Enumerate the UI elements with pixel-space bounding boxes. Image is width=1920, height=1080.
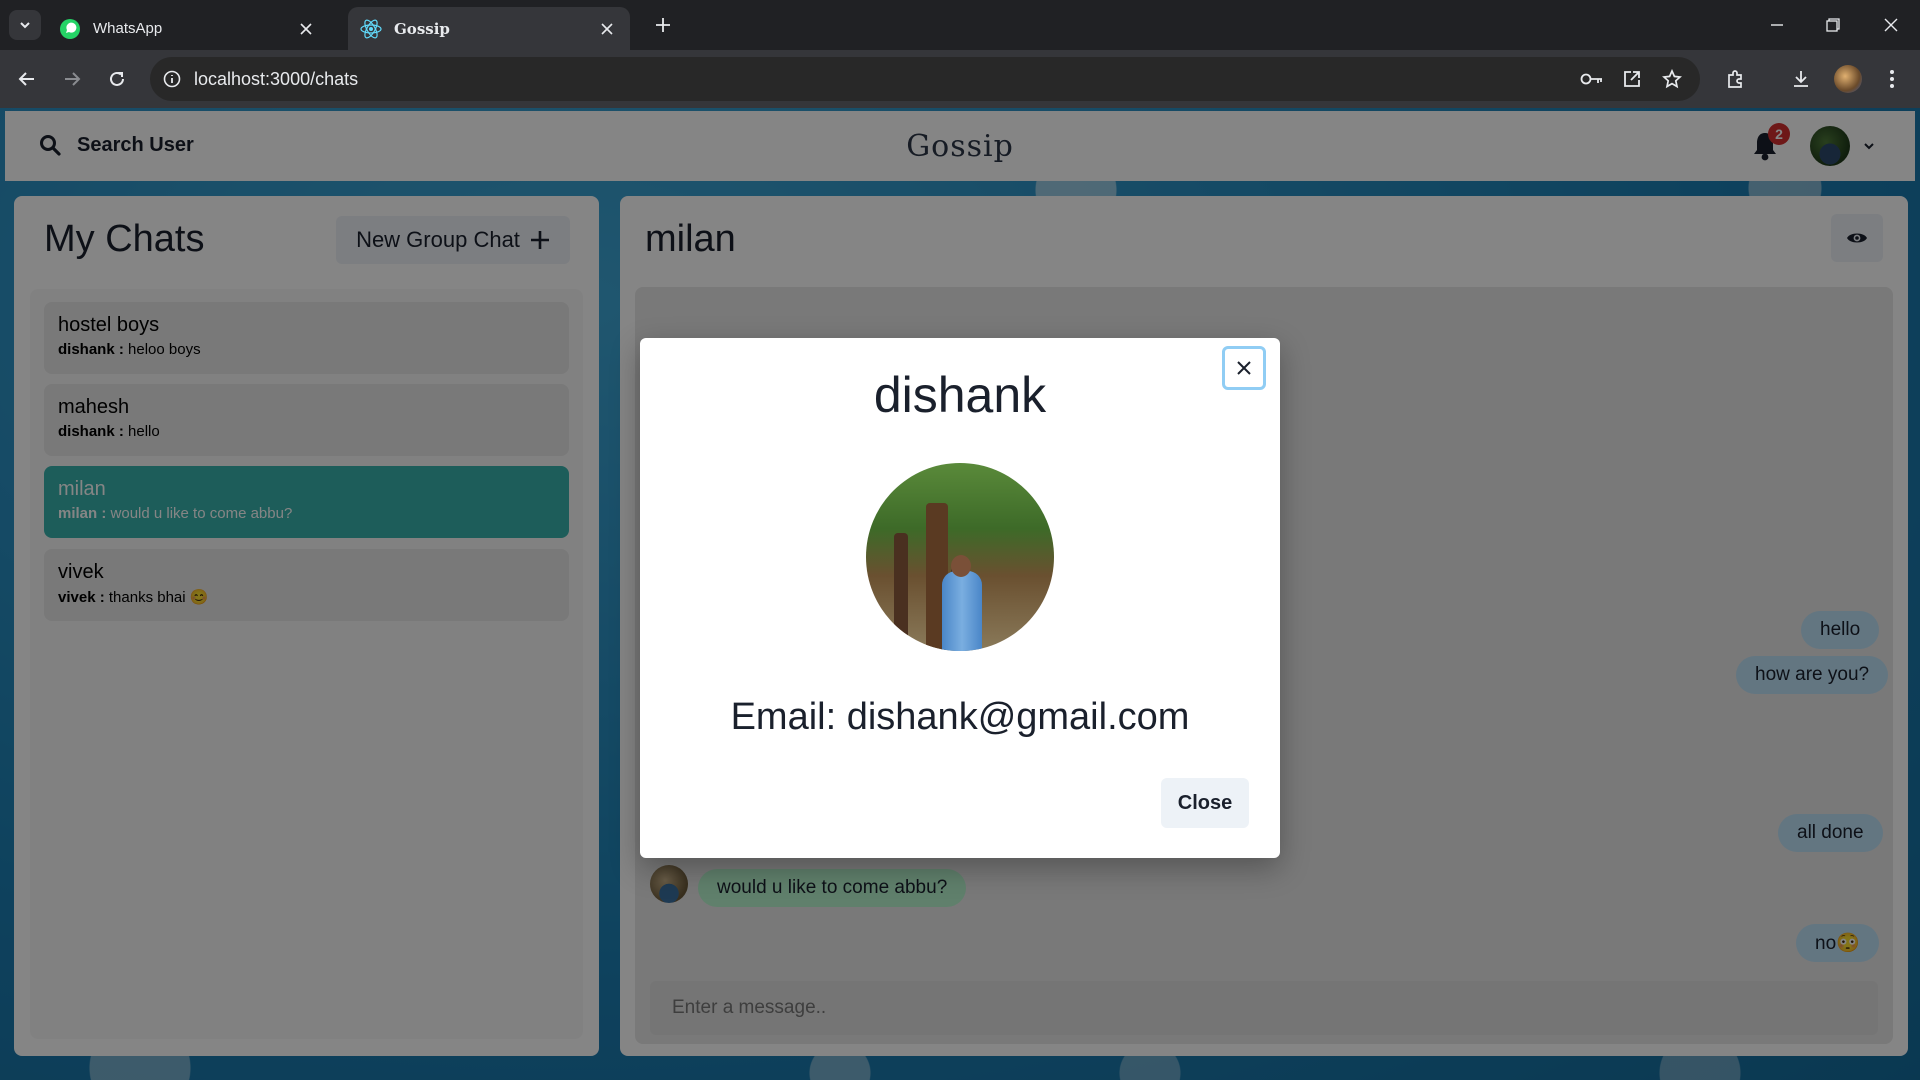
minimize-icon [1771,24,1783,26]
profile-email: Email: dishank@gmail.com [730,696,1190,738]
url-text[interactable]: localhost:3000/chats [194,69,358,90]
plus-icon [656,18,670,32]
close-icon [1884,18,1898,32]
address-bar[interactable]: localhost:3000/chats [150,57,1700,101]
restore-button[interactable] [1818,10,1848,40]
more-menu-icon[interactable] [1877,64,1907,94]
profile-picture [866,463,1054,651]
restore-icon [1826,18,1840,32]
tab-title: Gossip [394,19,450,38]
whatsapp-icon [59,18,81,40]
close-icon[interactable] [596,18,618,40]
new-tab-button[interactable] [650,12,676,38]
password-key-icon[interactable] [1578,65,1606,93]
browser-toolbar: localhost:3000/chats [0,50,1920,108]
bookmark-star-icon[interactable] [1658,65,1686,93]
site-info-icon[interactable] [150,70,194,88]
modal-close-x-button[interactable] [1222,346,1266,390]
modal-close-button[interactable]: Close [1161,778,1249,828]
forward-button[interactable] [57,64,87,94]
modal-overlay[interactable]: dishank Email: dishank@gmail.com Close [0,108,1920,1080]
chevron-down-icon [20,22,30,29]
close-icon [1237,361,1251,375]
reload-button[interactable] [102,64,132,94]
arrow-left-icon [18,72,34,86]
download-icon[interactable] [1786,64,1816,94]
browser-tab-whatsapp[interactable]: WhatsApp [47,7,329,50]
profile-modal: dishank Email: dishank@gmail.com Close [640,338,1280,858]
reload-icon [110,71,124,86]
react-icon [360,18,382,40]
extensions-icon[interactable] [1720,64,1750,94]
window-close-button[interactable] [1876,10,1906,40]
browser-tab-gossip[interactable]: Gossip [348,7,630,50]
tab-title: WhatsApp [93,20,163,37]
minimize-button[interactable] [1762,10,1792,40]
browser-tab-strip: WhatsApp Gossip [0,0,1920,50]
arrow-right-icon [65,72,81,86]
close-icon[interactable] [295,18,317,40]
modal-title: dishank [873,367,1047,423]
page-viewport: Gossip Search User 2 My Chats New Group … [0,108,1920,1080]
back-button[interactable] [12,64,42,94]
browser-profile-avatar[interactable] [1834,65,1862,93]
open-in-app-icon[interactable] [1618,65,1646,93]
tab-search-button[interactable] [9,10,41,40]
